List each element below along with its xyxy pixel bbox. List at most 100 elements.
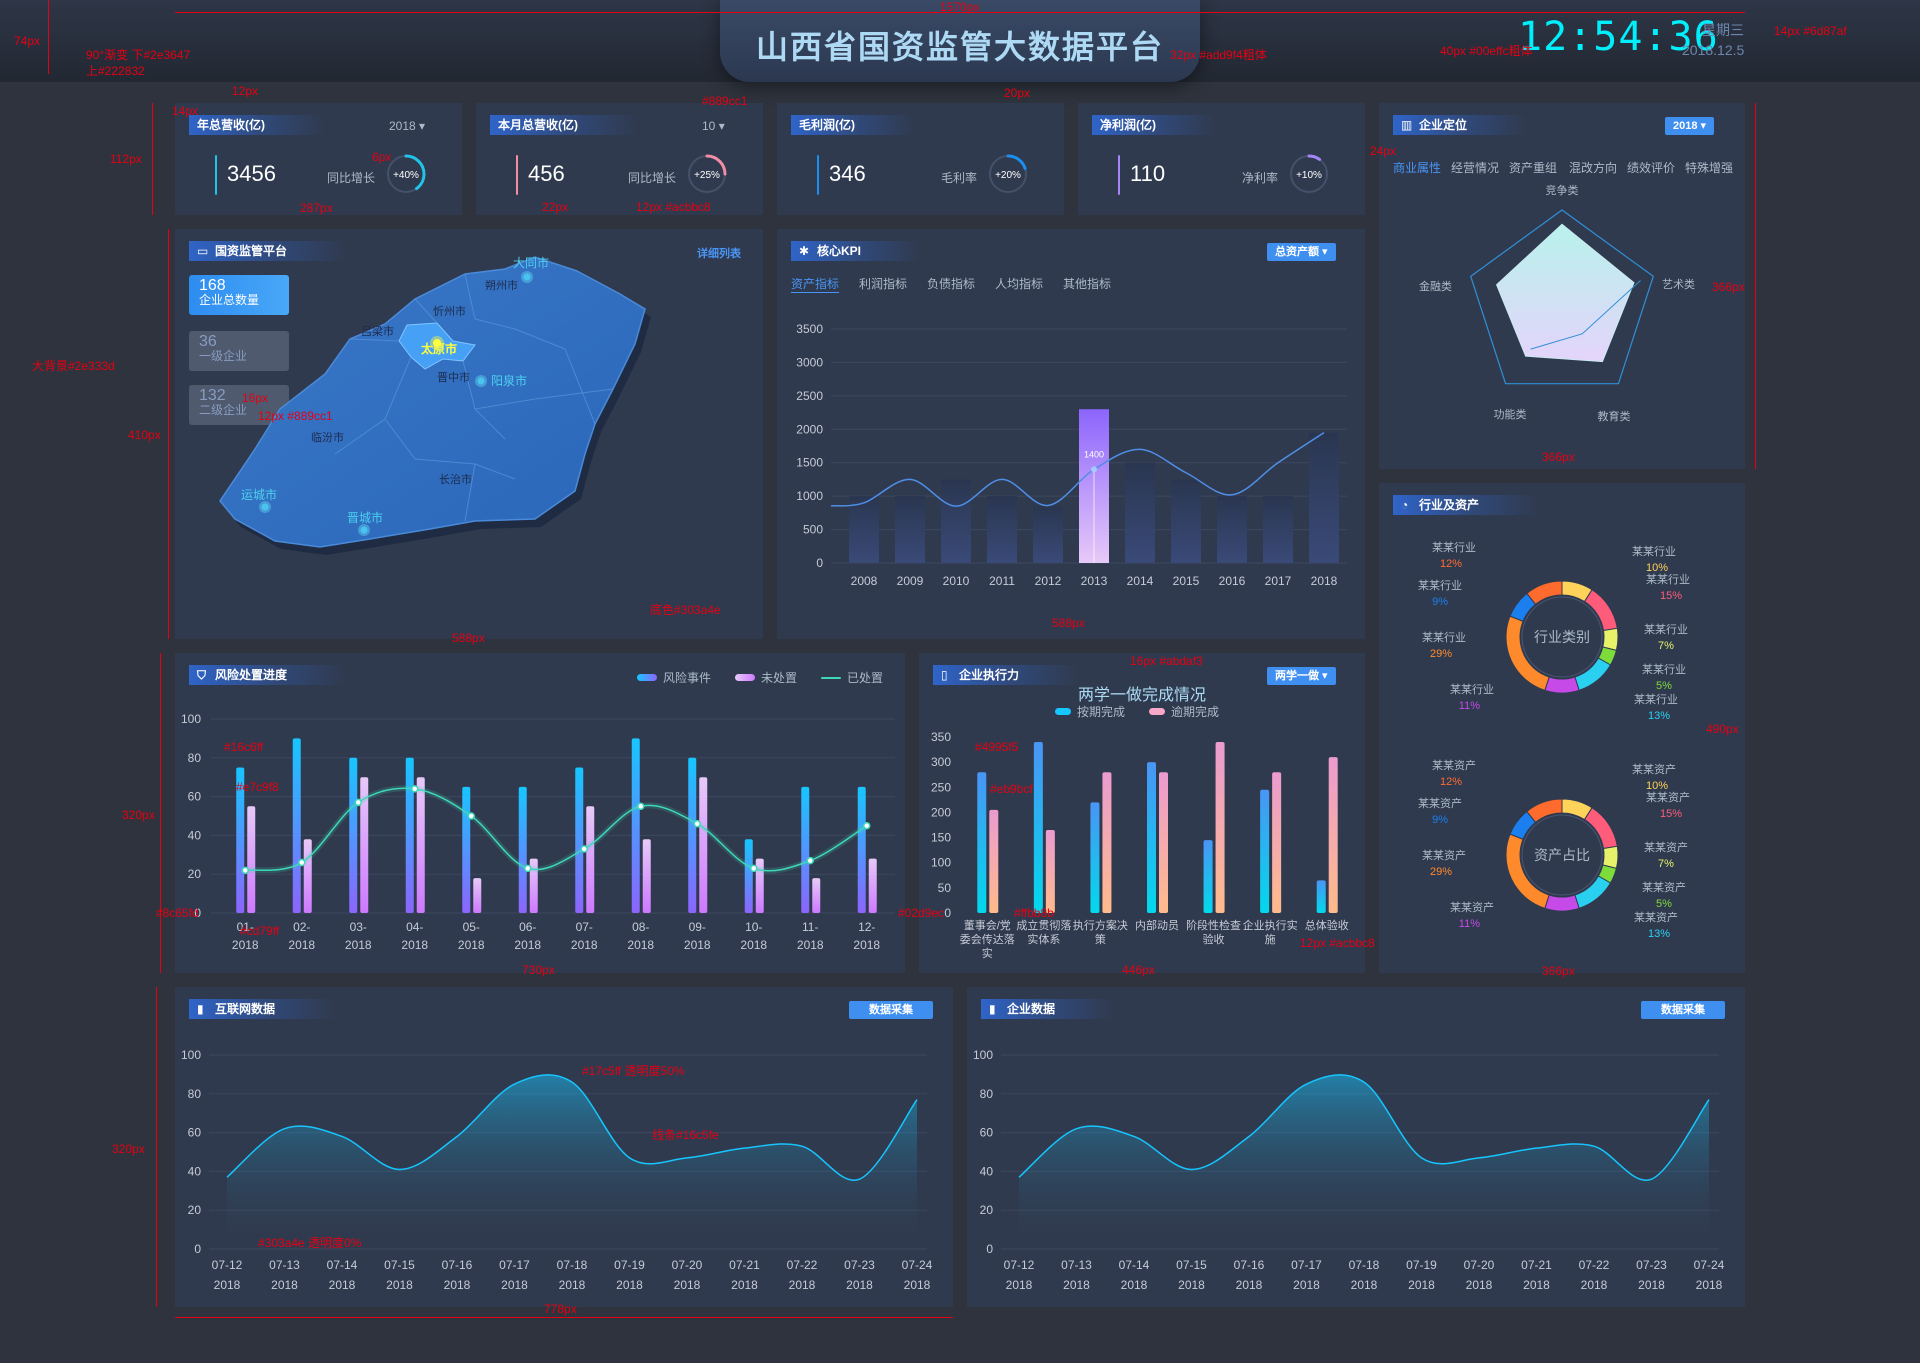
donut-label-name: 某某资产 (1450, 900, 1494, 914)
kpi-metric-dropdown[interactable]: 总资产额 ▾ (1267, 243, 1336, 261)
x-tick-label: 06- (519, 920, 536, 934)
risk-bar-unhandled (416, 777, 425, 913)
city-dot-yangquan[interactable] (475, 375, 487, 387)
donut-label-name: 某某资产 (1646, 790, 1690, 804)
city-label-xinzhou: 忻州市 (433, 304, 466, 318)
anno-num: 22px (542, 200, 569, 214)
anno-e3: #02d9ec (898, 906, 945, 920)
tab-other[interactable]: 其他指标 (1063, 275, 1111, 292)
anno-c3: #8c65fd (156, 906, 199, 920)
x-tick-year: 2018 (444, 1278, 471, 1292)
donut-segment (1583, 589, 1618, 632)
stat-panel-gross-profit: 毛利润(亿) 346 毛利率 +20% (777, 103, 1064, 215)
x-tick-year: 2018 (740, 938, 767, 952)
y-tick-label: 300 (931, 755, 951, 769)
city-dot-jincheng[interactable] (358, 524, 370, 536)
x-tick-year: 2018 (386, 1278, 413, 1292)
exec-bar-on-time (1316, 880, 1326, 913)
x-tick-label: 董事会/党 (964, 919, 1011, 932)
x-tick-year: 2018 (559, 1278, 586, 1292)
position-panel: ▥ 企业定位 2018 ▾ 商业属性 经营情况 资产重组 混改方向 绩效评价 特殊… (1379, 103, 1745, 469)
x-tick-label: 2011 (989, 574, 1015, 588)
x-tick-label: 企业执行实 (1243, 918, 1298, 932)
x-tick-year: 2018 (232, 938, 259, 952)
x-tick-year: 2018 (345, 938, 372, 952)
progress-ring: +10% (1289, 154, 1329, 194)
city-label-jinzhong: 晋中市 (437, 370, 470, 384)
donut-label-name: 某某资产 (1418, 796, 1462, 810)
stat-value: 346 (829, 161, 866, 186)
year-select[interactable]: 2018 ▾ (389, 119, 425, 133)
x-tick-year: 2018 (458, 938, 485, 952)
exec-bar-overdue (1159, 772, 1168, 913)
x-tick-year: 2018 (1178, 1278, 1205, 1292)
city-label-shuozhou: 朔州市 (485, 278, 518, 292)
donut-label-pct: 5% (1656, 680, 1672, 692)
y-tick-label: 1500 (796, 456, 823, 470)
x-tick-label: 07-22 (1579, 1258, 1610, 1272)
kpi-bar (941, 479, 971, 563)
x-tick-label: 07-16 (1234, 1258, 1265, 1272)
tab-per-capita[interactable]: 人均指标 (995, 275, 1043, 292)
month-select[interactable]: 10 ▾ (702, 119, 725, 133)
x-tick-label: 2012 (1035, 574, 1062, 588)
exec-chart: 0 50 100 150 200 250 300 350 董事会/党委会传达落实 成立贯彻落实体系… (931, 730, 1349, 960)
y-tick-label: 40 (188, 828, 202, 842)
enterprise-panel: ▮ 企业数据 数据采集 0 20 40 60 80 100 07-12 2018 07-13 201… (967, 987, 1745, 1307)
anno-stat-w: 287px (300, 201, 333, 215)
x-tick-year: 2018 (1408, 1278, 1435, 1292)
city-dot-yuncheng[interactable] (259, 501, 271, 513)
anno-c1: #16c6ff (224, 740, 264, 754)
anno-clock-font: 40px #00effc粗体 (1440, 44, 1533, 58)
map-panel: ▭ 国资监管平台 详细列表 168 企业总数量 36 一级企业 132 二级企业 大同市… (175, 229, 763, 639)
tab-profit[interactable]: 利润指标 (859, 275, 907, 292)
x-tick-label: 07-18 (557, 1258, 588, 1272)
area-fill (227, 1074, 917, 1249)
province-map[interactable]: 大同市 太原市 阳泉市 运城市 晋城市 朔州市 忻州市 吕梁市 晋中市 临汾市 … (175, 229, 763, 639)
exec-bar-on-time (1260, 789, 1270, 913)
anno-net-w: 778px (544, 1302, 577, 1316)
stat-sub-label: 毛利率 (941, 171, 978, 185)
exec-bar-overdue (1102, 772, 1112, 913)
x-tick-label: 07-21 (729, 1258, 760, 1272)
kpi-line (830, 432, 1325, 507)
x-tick-year: 2018 (501, 1278, 528, 1292)
handled-point (580, 845, 588, 853)
donut-segment (1505, 615, 1550, 691)
x-tick-year: 2018 (797, 938, 824, 952)
x-tick-label: 07-19 (1406, 1258, 1437, 1272)
anno-stat-h: 112px (110, 152, 142, 166)
city-dot-datong[interactable] (521, 271, 533, 283)
x-tick-label: 07-17 (499, 1258, 530, 1272)
city-label-changzhi: 长治市 (439, 472, 472, 486)
y-tick-label: 20 (188, 1203, 202, 1217)
x-tick-year: 2018 (401, 938, 428, 952)
donut-segment (1505, 833, 1550, 909)
anno-kpi-w: 588px (1052, 616, 1085, 630)
stat-sub-label: 同比增长 (327, 171, 376, 185)
y-tick-label: 350 (931, 730, 951, 744)
risk-bar-unhandled (303, 839, 312, 913)
anno-card-font: 16px (242, 391, 269, 405)
radar-label: 金融类 (1419, 279, 1452, 293)
tab-asset[interactable]: 资产指标 (791, 275, 840, 293)
donut-segment (1544, 894, 1580, 912)
stat-value: 3456 (227, 161, 276, 186)
risk-bar-unhandled (586, 806, 595, 913)
donut-label-name: 某某行业 (1450, 683, 1494, 696)
donut-label-name: 某某行业 (1644, 623, 1688, 636)
anno-gradient-top: 上#222832 (86, 64, 145, 78)
risk-bar-event (744, 839, 753, 913)
donut-label-name: 某某行业 (1634, 693, 1678, 706)
risk-bar-unhandled (642, 839, 651, 913)
exec-bar-on-time (977, 772, 987, 913)
stat-panel-monthly: 本月总营收(亿) 10 ▾ 456 同比增长 +25% (476, 103, 763, 215)
x-tick-year: 2018 (1466, 1278, 1493, 1292)
y-tick-label: 3500 (796, 322, 823, 336)
x-tick-year: 2018 (1581, 1278, 1608, 1292)
handled-point (863, 821, 871, 830)
donut-label-name: 某某资产 (1634, 910, 1678, 924)
tab-debt[interactable]: 负债指标 (927, 275, 975, 292)
x-tick-label: 实体系 (1027, 932, 1060, 946)
x-tick-year: 2018 (1293, 1278, 1320, 1292)
